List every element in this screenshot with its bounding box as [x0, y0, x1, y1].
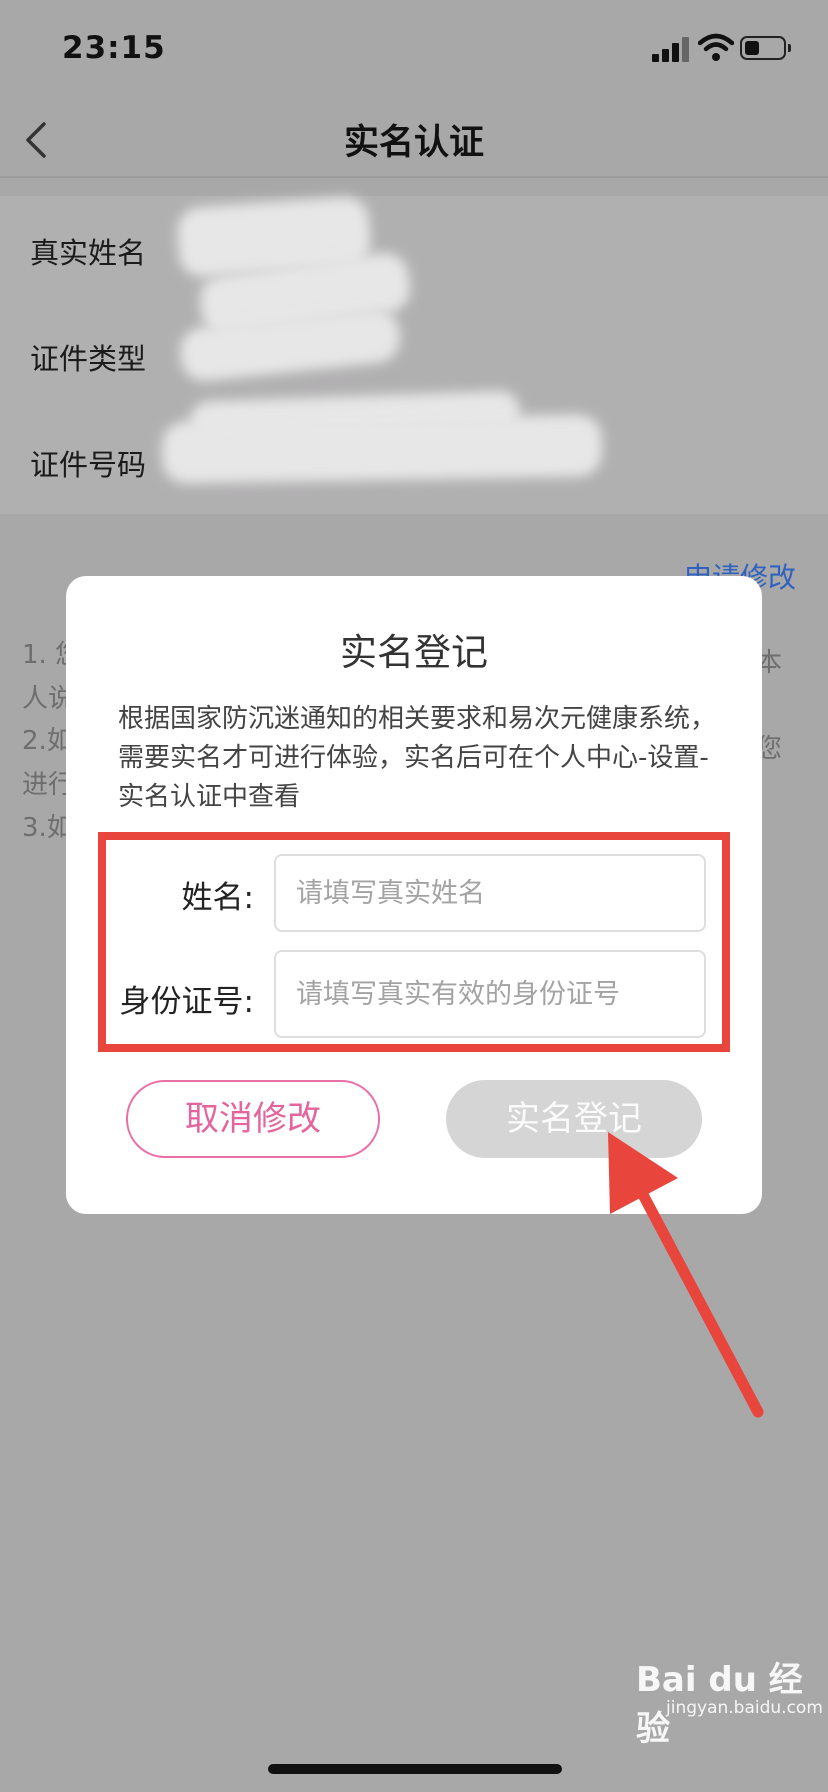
modal-title: 实名登记 — [340, 631, 488, 674]
wifi-icon — [698, 33, 734, 61]
status-time: 23:15 — [62, 30, 166, 66]
redacted-id-number — [161, 414, 603, 484]
watermark-url: jingyan.baidu.com — [666, 1698, 823, 1718]
home-indicator — [268, 1764, 562, 1774]
battery-icon — [740, 36, 791, 60]
annotation-highlight-box — [98, 832, 730, 1052]
real-name-label: 真实姓名 — [30, 236, 147, 270]
id-number-label: 证件号码 — [30, 448, 147, 482]
cellular-signal-icon — [652, 36, 690, 62]
page-title: 实名认证 — [343, 123, 484, 163]
annotation-arrow-icon — [608, 1132, 764, 1418]
cancel-modify-button[interactable]: 取消修改 — [126, 1080, 380, 1158]
id-type-label: 证件类型 — [30, 342, 147, 376]
modal-description: 根据国家防沉迷通知的相关要求和易次元健康系统，需要实名才可进行体验，实名后可在个… — [118, 704, 717, 812]
